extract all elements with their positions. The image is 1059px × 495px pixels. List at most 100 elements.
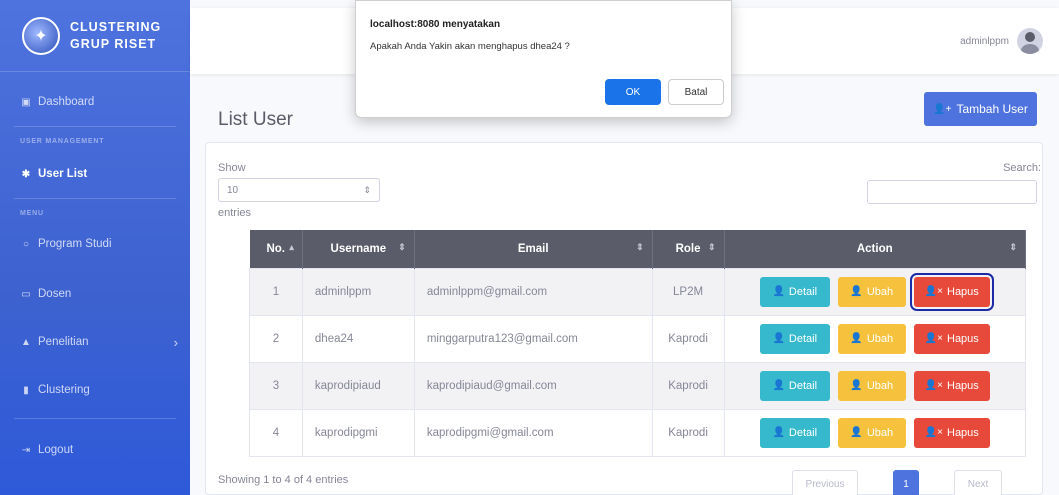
search-input[interactable] <box>867 180 1037 204</box>
pagination-page-1[interactable]: 1 <box>893 470 919 495</box>
delete-button-label: Hapus <box>947 379 979 392</box>
entries-length-select[interactable]: 10 ⇕ <box>218 178 380 202</box>
row-actions: 👤 Detail 👤 Ubah 👤× Hapus <box>723 408 1027 457</box>
delete-button-label: Hapus <box>947 332 979 345</box>
sidebar-item-logout[interactable]: ⇥ Logout <box>0 428 190 472</box>
row-email: kaprodipiaud@gmail.com <box>413 361 653 410</box>
delete-button[interactable]: 👤× Hapus <box>913 417 990 448</box>
dashboard-icon: ▣ <box>21 96 31 108</box>
dialog-ok-button[interactable]: OK <box>605 79 661 105</box>
header-username[interactable]: Username ⇕ <box>302 230 415 268</box>
dialog-message: Apakah Anda Yakin akan menghapus dhea24 … <box>370 41 570 52</box>
user-times-icon: 👤× <box>924 380 943 391</box>
row-role: LP2M <box>651 267 725 316</box>
row-username: kaprodipgmi <box>301 408 415 457</box>
table-info: Showing 1 to 4 of 4 entries <box>218 474 349 486</box>
dialog-title: localhost:8080 menyatakan <box>370 19 501 30</box>
row-actions: 👤 Detail 👤 Ubah 👤× Hapus <box>723 267 1027 316</box>
show-label: Show <box>218 162 246 174</box>
user-icon: 👤 <box>850 380 863 391</box>
user-times-icon: 👤× <box>924 427 943 438</box>
sidebar-item-label: Logout <box>38 444 74 456</box>
id-card-icon: ▭ <box>21 288 31 300</box>
user-times-icon: 👤× <box>924 286 943 297</box>
sidebar-divider <box>14 126 176 127</box>
pagination-previous[interactable]: Previous <box>792 470 858 495</box>
row-username: dhea24 <box>301 314 415 363</box>
table-row: 3 kaprodipiaud kaprodipiaud@gmail.com Kapro… <box>249 361 1027 410</box>
avatar <box>1017 28 1043 54</box>
edit-button-label: Ubah <box>866 426 894 439</box>
flask-icon: ▲ <box>21 336 31 348</box>
chart-bar-icon: ▮ <box>23 384 29 396</box>
user-table: No. ▴ Username ⇕ Email ⇕ Role ⇕ Action ⇕ 1 adm… <box>249 230 1027 457</box>
detail-button-label: Detail <box>788 426 818 439</box>
logout-icon: ⇥ <box>21 444 31 456</box>
entries-label: entries <box>218 207 252 219</box>
sidebar-item-label: Clustering <box>38 384 90 396</box>
edit-button-label: Ubah <box>866 285 894 298</box>
row-username: adminlppm <box>301 267 415 316</box>
sidebar-item-penelitian[interactable]: ▲ Penelitian › <box>0 320 190 364</box>
edit-button-label: Ubah <box>866 332 894 345</box>
row-email: kaprodipgmi@gmail.com <box>413 408 653 457</box>
delete-button[interactable]: 👤× Hapus <box>913 370 990 401</box>
user-menu[interactable]: adminlppm <box>960 28 1043 54</box>
row-role: Kaprodi <box>651 361 725 410</box>
sidebar-item-dosen[interactable]: ▭ Dosen <box>0 272 190 316</box>
sidebar-heading-user-management: USER MANAGEMENT <box>20 138 105 145</box>
row-role: Kaprodi <box>651 408 725 457</box>
dialog-cancel-button[interactable]: Batal <box>668 79 724 105</box>
row-email: adminlppm@gmail.com <box>413 267 653 316</box>
user-times-icon: 👤× <box>924 333 943 344</box>
sort-icon: ⇕ <box>398 242 406 252</box>
page-title: List User <box>218 109 293 130</box>
table-row: 2 dhea24 minggarputra123@gmail.com Kaprodi 👤… <box>249 314 1027 363</box>
user-icon: 👤 <box>772 380 785 391</box>
sidebar-item-label: User List <box>38 168 88 180</box>
row-actions: 👤 Detail 👤 Ubah 👤× Hapus <box>723 361 1027 410</box>
sidebar-item-user-list[interactable]: ✱ User List <box>0 152 190 196</box>
header-email[interactable]: Email ⇕ <box>414 230 653 268</box>
pagination-next[interactable]: Next <box>954 470 1002 495</box>
add-user-button[interactable]: 👤+ Tambah User <box>924 92 1037 126</box>
row-role: Kaprodi <box>651 314 725 363</box>
edit-button[interactable]: 👤 Ubah <box>837 417 906 448</box>
user-icon: 👤 <box>850 333 863 344</box>
sidebar-item-dashboard[interactable]: ▣ Dashboard <box>0 80 190 124</box>
detail-button[interactable]: 👤 Detail <box>759 323 830 354</box>
sort-icon: ▴ <box>289 242 294 252</box>
detail-button[interactable]: 👤 Detail <box>759 417 830 448</box>
header-action[interactable]: Action ⇕ <box>724 230 1027 268</box>
edit-button[interactable]: 👤 Ubah <box>837 370 906 401</box>
brand[interactable]: ✦ CLUSTERING GRUP RISET <box>0 0 190 72</box>
sort-updown-icon: ⇕ <box>363 184 371 195</box>
row-actions: 👤 Detail 👤 Ubah 👤× Hapus <box>723 314 1027 363</box>
detail-button-label: Detail <box>788 379 818 392</box>
brand-line-2: GRUP RISET <box>70 36 157 51</box>
delete-button[interactable]: 👤× Hapus <box>909 272 994 311</box>
sort-icon: ⇕ <box>707 242 716 252</box>
header-role[interactable]: Role ⇕ <box>652 230 725 268</box>
user-plus-icon: 👤+ <box>933 103 952 115</box>
sidebar-item-label: Dashboard <box>38 96 95 108</box>
row-no: 1 <box>249 267 303 316</box>
sidebar-item-program-studi[interactable]: ○ Program Studi <box>0 222 190 266</box>
detail-button[interactable]: 👤 Detail <box>759 276 830 307</box>
circle-icon: ○ <box>22 238 30 250</box>
table-row: 4 kaprodipgmi kaprodipgmi@gmail.com Kaprodi… <box>249 408 1027 457</box>
detail-button[interactable]: 👤 Detail <box>759 370 830 401</box>
user-icon: 👤 <box>850 286 863 297</box>
gear-icon: ✱ <box>21 168 31 180</box>
edit-button[interactable]: 👤 Ubah <box>837 323 906 354</box>
logo-icon: ✦ <box>22 16 60 55</box>
user-icon: 👤 <box>772 427 785 438</box>
edit-button[interactable]: 👤 Ubah <box>837 276 906 307</box>
sidebar-item-clustering[interactable]: ▮ Clustering <box>0 368 190 412</box>
delete-button-label: Hapus <box>947 426 979 439</box>
delete-button-label: Hapus <box>947 285 979 298</box>
table-row: 1 adminlppm adminlppm@gmail.com LP2M 👤 Detail… <box>249 267 1027 316</box>
delete-button[interactable]: 👤× Hapus <box>913 323 990 354</box>
row-no: 4 <box>249 408 303 457</box>
header-no[interactable]: No. ▴ <box>249 230 303 268</box>
